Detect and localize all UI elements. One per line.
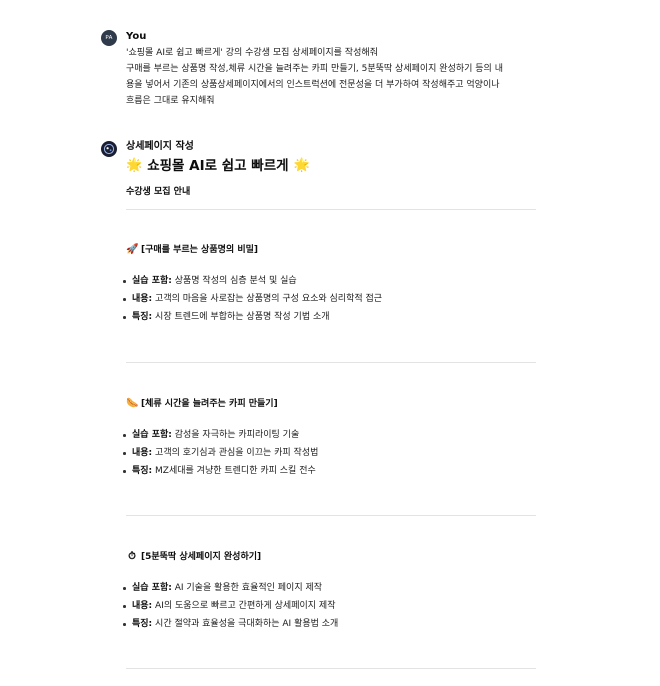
list-item: 내용: 고객의 호기심과 관심을 이끄는 카피 작성법	[123, 444, 536, 462]
user-message-line: '쇼핑몰 AI로 쉽고 빠르게' 강의 수강생 모집 상세페이지를 작성해줘	[126, 48, 378, 58]
section-item-list: 실습 포함: 감성을 자극하는 카피라이팅 기술 내용: 고객의 호기심과 관심…	[123, 426, 536, 480]
section-heading-text: [구매를 부르는 상품명의 비밀]	[141, 245, 258, 255]
item-label: 실습 포함:	[132, 276, 172, 286]
section-product-name: 🚀 [구매를 부르는 상품명의 비밀] 실습 포함: 상품명 작성의 심층 분석…	[123, 243, 536, 326]
user-avatar: PA	[101, 30, 117, 46]
list-item: 특징: 시장 트렌드에 부합하는 상품명 작성 기법 소개	[123, 308, 536, 326]
item-text: AI 기술을 활용한 효율적인 페이지 제작	[171, 583, 323, 593]
section-heading: ⏱ [5분뚝딱 상세페이지 완성하기]	[126, 550, 536, 564]
user-message-text: '쇼핑몰 AI로 쉽고 빠르게' 강의 수강생 모집 상세페이지를 작성해줘 구…	[126, 45, 541, 109]
item-label: 내용:	[132, 601, 153, 611]
section-divider	[126, 668, 536, 669]
item-text: 감성을 자극하는 카피라이팅 기술	[171, 430, 300, 440]
section-heading: 🌭 [체류 시간을 늘려주는 카피 만들기]	[126, 397, 536, 411]
item-text: MZ세대를 겨냥한 트렌디한 카피 스킬 전수	[152, 466, 316, 476]
sparkle-star-icon: 🌟	[293, 158, 310, 173]
item-text: 고객의 호기심과 관심을 이끄는 카피 작성법	[152, 448, 319, 458]
response-title: 🌟 쇼핑몰 AI로 쉽고 빠르게 🌟	[126, 156, 541, 176]
section-divider	[126, 209, 536, 210]
list-item: 실습 포함: 상품명 작성의 심층 분석 및 실습	[123, 272, 536, 290]
user-sender-name: You	[126, 31, 147, 42]
item-text: 상품명 작성의 심층 분석 및 실습	[171, 276, 297, 286]
list-item: 내용: 고객의 마음을 사로잡는 상품명의 구성 요소와 심리학적 접근	[123, 290, 536, 308]
list-item: 실습 포함: 감성을 자극하는 카피라이팅 기술	[123, 426, 536, 444]
rocket-icon: 🚀	[126, 244, 139, 255]
item-text: AI의 도움으로 빠르고 간편하게 상세페이지 제작	[152, 601, 336, 611]
response-subtitle: 수강생 모집 안내	[126, 187, 191, 197]
section-divider	[126, 362, 536, 363]
assistant-sender-name: 상세페이지 작성	[126, 141, 194, 152]
item-label: 실습 포함:	[132, 430, 172, 440]
item-text: 시간 절약과 효율성을 극대화하는 AI 활용법 소개	[152, 619, 339, 629]
list-item: 내용: AI의 도움으로 빠르고 간편하게 상세페이지 제작	[123, 597, 536, 615]
user-message-line: 용을 넣어서 기존의 상품상세페이지에서의 인스트럭션에 전문성을 더 부가하여…	[126, 80, 500, 90]
item-label: 실습 포함:	[132, 583, 172, 593]
sparkle-star-icon: 🌟	[126, 158, 143, 173]
section-heading-text: [체류 시간을 늘려주는 카피 만들기]	[141, 399, 278, 409]
section-detail-page: ⏱ [5분뚝딱 상세페이지 완성하기] 실습 포함: AI 기술을 활용한 효율…	[123, 550, 536, 633]
item-label: 특징:	[132, 466, 153, 476]
section-divider	[126, 515, 536, 516]
item-label: 내용:	[132, 294, 153, 304]
user-message-line: 구매를 부르는 상품명 작성,체류 시간을 늘려주는 카피 만들기, 5분뚝딱 …	[126, 64, 503, 74]
stopwatch-icon: ⏱	[128, 551, 136, 562]
user-message-line: 흐름은 그대로 유지해줘	[126, 96, 215, 106]
hotdog-icon: 🌭	[126, 398, 139, 409]
item-label: 특징:	[132, 312, 153, 322]
section-heading-text: [5분뚝딱 상세페이지 완성하기]	[141, 552, 262, 562]
item-text: 시장 트렌드에 부합하는 상품명 작성 기법 소개	[152, 312, 330, 322]
list-item: 특징: MZ세대를 겨냥한 트렌디한 카피 스킬 전수	[123, 462, 536, 480]
section-heading: 🚀 [구매를 부르는 상품명의 비밀]	[126, 243, 536, 257]
section-item-list: 실습 포함: 상품명 작성의 심층 분석 및 실습 내용: 고객의 마음을 사로…	[123, 272, 536, 326]
item-text: 고객의 마음을 사로잡는 상품명의 구성 요소와 심리학적 접근	[152, 294, 383, 304]
section-item-list: 실습 포함: AI 기술을 활용한 효율적인 페이지 제작 내용: AI의 도움…	[123, 579, 536, 633]
section-copywriting: 🌭 [체류 시간을 늘려주는 카피 만들기] 실습 포함: 감성을 자극하는 카…	[123, 397, 536, 480]
gpt-avatar-glyph	[103, 143, 115, 155]
gpt-avatar-icon	[101, 141, 117, 157]
response-title-text: 쇼핑몰 AI로 쉽고 빠르게	[147, 158, 289, 174]
list-item: 실습 포함: AI 기술을 활용한 효율적인 페이지 제작	[123, 579, 536, 597]
list-item: 특징: 시간 절약과 효율성을 극대화하는 AI 활용법 소개	[123, 615, 536, 633]
item-label: 특징:	[132, 619, 153, 629]
item-label: 내용:	[132, 448, 153, 458]
